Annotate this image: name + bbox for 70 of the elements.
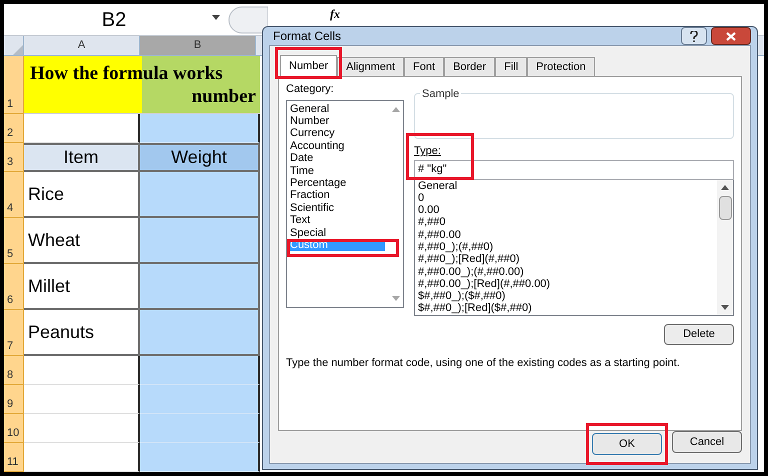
format-item[interactable]: #,##0_);[Red](#,##0) — [418, 253, 715, 266]
row-header[interactable]: 10 — [4, 414, 24, 443]
help-icon — [690, 30, 698, 42]
row-header[interactable]: 9 — [4, 385, 24, 414]
name-box[interactable]: B2 — [102, 4, 126, 34]
format-item[interactable]: #,##0.00 — [418, 228, 715, 241]
category-label: Category: — [286, 82, 335, 97]
category-item[interactable]: Time — [287, 164, 385, 177]
type-field[interactable]: # "kg" — [414, 160, 734, 180]
tab[interactable]: Font — [404, 57, 444, 76]
category-item[interactable]: Accounting — [287, 140, 385, 152]
table-cell: Millet — [24, 264, 140, 310]
tab[interactable]: Alignment — [337, 57, 404, 76]
row-header[interactable]: 1 — [4, 56, 24, 114]
format-item[interactable]: #,##0_);(#,##0) — [418, 240, 715, 254]
format-item[interactable]: 0 — [418, 192, 715, 204]
scroll-down-icon[interactable] — [721, 304, 729, 310]
sample-label: Sample — [420, 86, 462, 102]
row-header[interactable]: 8 — [4, 356, 24, 385]
row-header[interactable]: 4 — [4, 172, 24, 218]
scroll-thumb[interactable] — [718, 196, 732, 220]
close-icon — [726, 32, 736, 40]
table-cell: Weight — [140, 143, 260, 172]
tab[interactable]: Protection — [527, 57, 595, 76]
format-item[interactable]: $#,##0_);[Red]($#,##0) — [418, 302, 715, 315]
scroll-up-icon[interactable] — [721, 184, 729, 190]
delete-button[interactable]: Delete — [664, 324, 734, 344]
category-item[interactable]: Percentage — [287, 176, 385, 190]
row-header[interactable]: 5 — [4, 218, 24, 264]
description-text: Type the number format code, using one of the existing codes as a starting point. — [286, 356, 681, 370]
table-cell: Rice — [24, 172, 140, 218]
format-item[interactable]: General — [418, 180, 715, 192]
type-label: Type: — [414, 144, 442, 159]
formula-bar-handle-icon[interactable] — [228, 6, 268, 34]
format-item[interactable]: #,##0.00_);[Red](#,##0.00) — [418, 278, 715, 290]
title-cell: How the formula works number — [24, 56, 260, 114]
row-header[interactable]: 6 — [4, 264, 24, 310]
format-item[interactable]: 0.00 — [418, 204, 715, 216]
dropdown-caret-icon[interactable] — [212, 14, 220, 20]
category-item[interactable]: Currency — [287, 127, 385, 140]
category-item[interactable]: Special — [287, 226, 385, 239]
row-header[interactable]: 2 — [4, 114, 24, 143]
format-item[interactable]: #,##0.00_);(#,##0.00) — [418, 266, 715, 278]
table-cell: Item — [24, 143, 140, 172]
category-item[interactable]: Text — [287, 214, 385, 227]
row-header[interactable]: 7 — [4, 310, 24, 356]
tab[interactable]: Border — [444, 57, 496, 76]
table-cell: Peanuts — [24, 310, 140, 356]
format-item[interactable]: #,##0 — [418, 216, 715, 229]
tab[interactable]: Number — [280, 54, 338, 77]
dialog-button[interactable]: Cancel — [672, 431, 742, 453]
table-cell: Wheat — [24, 218, 140, 264]
format-list[interactable]: General 0 0.00 #,##0 #,##0.00 #,##0_);(#,##0) #,##0_);[Red](#,##0) #,##0.00_);(#,##0.00) #,##0.00_);[Red](#,##0.00) $#,##0_);($#,##0) $#,##0_);[Red]($#,##0) — [414, 180, 734, 316]
dialog-title: Format Cells — [273, 28, 342, 45]
scrollbar[interactable] — [717, 180, 733, 314]
category-item[interactable]: Number — [287, 114, 385, 128]
category-item[interactable]: Fraction — [287, 189, 385, 202]
category-item[interactable]: Date — [287, 152, 385, 165]
format-item[interactable]: $#,##0_);($#,##0) — [418, 290, 715, 302]
corner-triangle-icon — [13, 45, 23, 55]
help-button[interactable] — [681, 27, 707, 45]
tab[interactable]: Fill — [495, 57, 528, 76]
column-header[interactable]: B — [140, 36, 256, 55]
row-header[interactable]: 3 — [4, 143, 24, 172]
row-header[interactable]: 11 — [4, 443, 24, 472]
close-button[interactable] — [711, 27, 751, 45]
dialog-button[interactable]: OK — [592, 433, 662, 456]
function-button[interactable]: fx — [330, 8, 340, 21]
category-item[interactable]: General — [287, 102, 385, 115]
category-item[interactable]: Scientific — [287, 202, 385, 214]
